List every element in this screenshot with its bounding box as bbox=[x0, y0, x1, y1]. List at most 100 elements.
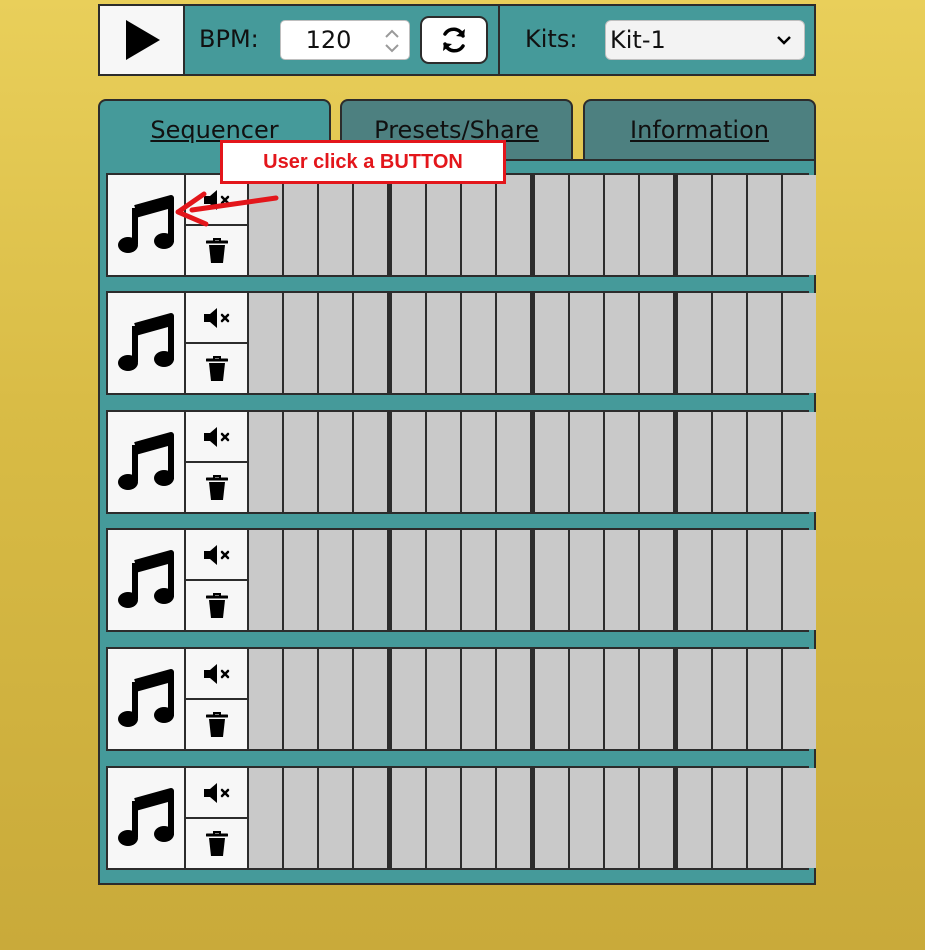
step-cell[interactable] bbox=[354, 293, 387, 393]
step-cell[interactable] bbox=[427, 649, 460, 749]
spinner-icon[interactable] bbox=[383, 27, 401, 55]
sample-button[interactable] bbox=[108, 293, 184, 393]
step-cell[interactable] bbox=[427, 412, 460, 512]
play-button[interactable] bbox=[100, 6, 185, 74]
step-cell[interactable] bbox=[462, 175, 495, 275]
delete-track-button[interactable] bbox=[186, 463, 247, 512]
sample-button[interactable] bbox=[108, 768, 184, 868]
step-cell[interactable] bbox=[783, 530, 816, 630]
step-cell[interactable] bbox=[392, 175, 425, 275]
delete-track-button[interactable] bbox=[186, 819, 247, 868]
step-cell[interactable] bbox=[427, 175, 460, 275]
step-cell[interactable] bbox=[319, 175, 352, 275]
step-cell[interactable] bbox=[497, 412, 530, 512]
step-cell[interactable] bbox=[713, 175, 746, 275]
step-cell[interactable] bbox=[678, 768, 711, 868]
step-cell[interactable] bbox=[640, 649, 673, 749]
step-cell[interactable] bbox=[535, 649, 568, 749]
delete-track-button[interactable] bbox=[186, 344, 247, 393]
step-cell[interactable] bbox=[748, 293, 781, 393]
step-cell[interactable] bbox=[284, 175, 317, 275]
step-cell[interactable] bbox=[605, 412, 638, 512]
step-cell[interactable] bbox=[354, 649, 387, 749]
step-cell[interactable] bbox=[319, 293, 352, 393]
sample-button[interactable] bbox=[108, 649, 184, 749]
step-cell[interactable] bbox=[570, 649, 603, 749]
step-cell[interactable] bbox=[462, 530, 495, 630]
step-cell[interactable] bbox=[605, 530, 638, 630]
step-cell[interactable] bbox=[748, 412, 781, 512]
step-cell[interactable] bbox=[249, 530, 282, 630]
step-cell[interactable] bbox=[783, 649, 816, 749]
sample-button[interactable] bbox=[108, 530, 184, 630]
step-cell[interactable] bbox=[249, 412, 282, 512]
step-cell[interactable] bbox=[497, 530, 530, 630]
step-cell[interactable] bbox=[392, 412, 425, 512]
refresh-button[interactable] bbox=[420, 16, 488, 64]
step-cell[interactable] bbox=[783, 768, 816, 868]
step-cell[interactable] bbox=[354, 175, 387, 275]
step-cell[interactable] bbox=[284, 293, 317, 393]
mute-button[interactable] bbox=[186, 530, 247, 579]
step-cell[interactable] bbox=[497, 768, 530, 868]
step-cell[interactable] bbox=[783, 412, 816, 512]
step-cell[interactable] bbox=[605, 768, 638, 868]
step-cell[interactable] bbox=[640, 293, 673, 393]
step-cell[interactable] bbox=[249, 649, 282, 749]
step-cell[interactable] bbox=[605, 175, 638, 275]
step-cell[interactable] bbox=[713, 530, 746, 630]
mute-button[interactable] bbox=[186, 768, 247, 817]
step-cell[interactable] bbox=[284, 649, 317, 749]
step-cell[interactable] bbox=[497, 293, 530, 393]
mute-button[interactable] bbox=[186, 649, 247, 698]
step-cell[interactable] bbox=[392, 530, 425, 630]
step-cell[interactable] bbox=[678, 412, 711, 512]
step-cell[interactable] bbox=[462, 649, 495, 749]
step-cell[interactable] bbox=[427, 530, 460, 630]
step-cell[interactable] bbox=[284, 530, 317, 630]
step-cell[interactable] bbox=[427, 293, 460, 393]
step-cell[interactable] bbox=[354, 530, 387, 630]
step-cell[interactable] bbox=[678, 649, 711, 749]
step-cell[interactable] bbox=[570, 768, 603, 868]
kits-select[interactable]: Kit-1 bbox=[605, 20, 805, 60]
step-cell[interactable] bbox=[284, 768, 317, 868]
bpm-input[interactable]: 120 bbox=[280, 20, 410, 60]
step-cell[interactable] bbox=[535, 412, 568, 512]
step-cell[interactable] bbox=[392, 293, 425, 393]
mute-button[interactable] bbox=[186, 293, 247, 342]
step-cell[interactable] bbox=[678, 293, 711, 393]
step-cell[interactable] bbox=[605, 293, 638, 393]
step-cell[interactable] bbox=[319, 768, 352, 868]
step-cell[interactable] bbox=[748, 530, 781, 630]
step-cell[interactable] bbox=[570, 175, 603, 275]
step-cell[interactable] bbox=[497, 175, 530, 275]
step-cell[interactable] bbox=[319, 649, 352, 749]
step-cell[interactable] bbox=[748, 768, 781, 868]
delete-track-button[interactable] bbox=[186, 226, 247, 275]
step-cell[interactable] bbox=[535, 530, 568, 630]
step-cell[interactable] bbox=[640, 175, 673, 275]
step-cell[interactable] bbox=[354, 412, 387, 512]
step-cell[interactable] bbox=[535, 175, 568, 275]
step-cell[interactable] bbox=[640, 412, 673, 512]
tab-information[interactable]: Information bbox=[583, 99, 816, 161]
step-cell[interactable] bbox=[319, 412, 352, 512]
delete-track-button[interactable] bbox=[186, 700, 247, 749]
mute-button[interactable] bbox=[186, 412, 247, 461]
step-cell[interactable] bbox=[783, 293, 816, 393]
step-cell[interactable] bbox=[713, 293, 746, 393]
step-cell[interactable] bbox=[249, 293, 282, 393]
step-cell[interactable] bbox=[319, 530, 352, 630]
step-cell[interactable] bbox=[640, 530, 673, 630]
step-cell[interactable] bbox=[392, 649, 425, 749]
step-cell[interactable] bbox=[249, 768, 282, 868]
step-cell[interactable] bbox=[570, 530, 603, 630]
step-cell[interactable] bbox=[462, 293, 495, 393]
step-cell[interactable] bbox=[427, 768, 460, 868]
step-cell[interactable] bbox=[570, 412, 603, 512]
step-cell[interactable] bbox=[748, 175, 781, 275]
step-cell[interactable] bbox=[392, 768, 425, 868]
step-cell[interactable] bbox=[605, 649, 638, 749]
sample-button[interactable] bbox=[108, 412, 184, 512]
